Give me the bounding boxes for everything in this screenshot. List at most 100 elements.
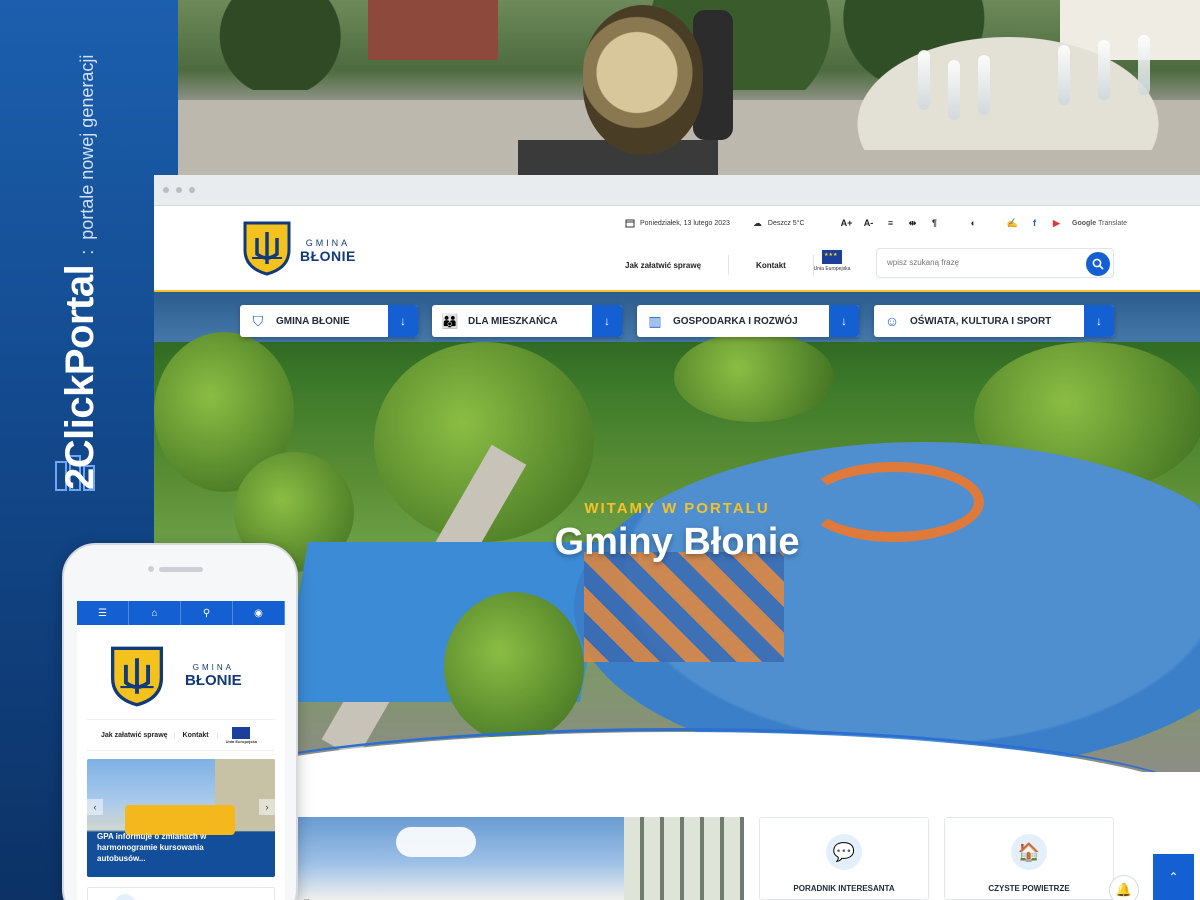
news-photo[interactable]	[296, 817, 744, 900]
arrow-down-icon[interactable]: ↓	[1084, 305, 1114, 337]
menu-label: GOSPODARKA I ROZWÓJ	[673, 315, 798, 327]
hamburger-menu-icon[interactable]: ☰	[77, 601, 129, 625]
eu-badge[interactable]: Unia Europejska	[812, 250, 852, 272]
brand-name: 2ClickPortal	[58, 264, 102, 490]
date-text: Poniedziałek, 13 lutego 2023	[640, 219, 730, 227]
logo-big-text: BŁONIE	[300, 248, 356, 264]
contrast-icon[interactable]: ◐	[967, 218, 980, 228]
link-kontakt[interactable]: Kontakt	[729, 261, 813, 270]
hero-title: Gminy Błonie	[554, 521, 800, 563]
browser-window: GMINA BŁONIE Poniedziałek, 13 lutego 202…	[154, 175, 1200, 900]
menu-dla-mieszkanca[interactable]: 👪 DLA MIESZKAŃCA ↓	[432, 305, 622, 337]
chevron-left-icon[interactable]: ‹	[87, 799, 103, 815]
mobile-links: Jak załatwić sprawę Kontakt Unia Europej…	[87, 719, 275, 751]
gmina-crest-icon[interactable]	[242, 220, 292, 276]
site-header: GMINA BŁONIE Poniedziałek, 13 lutego 202…	[154, 206, 1200, 292]
menu-label: GMINA BŁONIE	[276, 315, 350, 327]
house-leaf-icon: 🏠	[1011, 834, 1047, 870]
window-dot	[163, 187, 169, 193]
eu-flag-icon	[232, 726, 251, 739]
utility-bar: Poniedziałek, 13 lutego 2023 ☁ Deszcz 5°…	[624, 215, 827, 231]
menu-oswiata-kultura-i-sport[interactable]: ☺ OŚWIATA, KULTURA I SPORT ↓	[874, 305, 1114, 337]
people-icon: 👪	[441, 312, 459, 329]
logo-small-text: GMINA	[305, 238, 351, 248]
chart-icon: ▥	[648, 312, 662, 329]
mobile-card[interactable]	[87, 887, 275, 900]
youtube-icon[interactable]: ▶	[1050, 218, 1063, 229]
hero-banner: ⛉ GMINA BŁONIE ↓ 👪 DLA MIESZKAŃCA ↓ ▥ GO…	[154, 292, 1200, 772]
facebook-icon[interactable]: f	[1028, 218, 1041, 228]
phone-mockup: ☰ ⌂ ⚲ ◉ GMINA BŁONIE Jak załatwić sprawę…	[62, 543, 298, 900]
line-spacing-icon[interactable]: ≡	[884, 218, 897, 228]
translate-label: Translate	[1098, 219, 1128, 227]
paragraph-icon[interactable]: ¶	[928, 218, 941, 228]
site-logo-text[interactable]: GMINA BŁONIE	[300, 238, 356, 266]
menu-label: OŚWIATA, KULTURA I SPORT	[910, 315, 1052, 327]
sign-language-icon[interactable]: ✍	[1006, 218, 1019, 229]
watch-sculpture	[583, 5, 703, 155]
card-czyste-powietrze[interactable]: 🏠 CZYSTE POWIETRZE	[944, 817, 1114, 900]
window-dot	[176, 187, 182, 193]
search-input[interactable]	[887, 258, 1067, 267]
brand-tagline: portale nowej generacji	[77, 54, 97, 240]
font-increase-button[interactable]: A+	[840, 218, 853, 228]
arrow-down-icon[interactable]: ↓	[829, 305, 859, 337]
eu-badge[interactable]: Unia Europejska	[218, 726, 257, 744]
bell-icon[interactable]: 🔔	[1109, 875, 1139, 900]
scroll-top-button[interactable]: ⌃	[1153, 854, 1194, 900]
link-jak-zalatwic-sprawe[interactable]: Jak załatwić sprawę	[87, 731, 175, 739]
search-icon	[1092, 258, 1104, 270]
google-logo-text: Google	[1072, 219, 1097, 227]
logo-big-text: BŁONIE	[185, 672, 242, 689]
window-dot	[189, 187, 195, 193]
date-display: Poniedziałek, 13 lutego 2023	[624, 218, 730, 229]
card-label: CZYSTE POWIETRZE	[988, 884, 1070, 893]
weather-display: ☁ Deszcz 5°C	[752, 218, 805, 229]
mobile-news-slide[interactable]: ‹ › GPA informuje o zmianach w harmonogr…	[87, 759, 275, 877]
mobile-topnav: ☰ ⌂ ⚲ ◉	[77, 601, 285, 625]
mobile-news-title: GPA informuje o zmianach w harmonogramie…	[97, 832, 207, 863]
eu-label: Unia Europejska	[813, 266, 851, 272]
link-kontakt[interactable]: Kontakt	[175, 731, 218, 739]
link-jak-zalatwic-sprawe[interactable]: Jak załatwić sprawę	[598, 261, 728, 270]
menu-gmina-blonie[interactable]: ⛉ GMINA BŁONIE ↓	[240, 305, 418, 337]
gmina-crest-icon[interactable]	[109, 645, 165, 707]
chevron-right-icon[interactable]: ›	[259, 799, 275, 815]
font-decrease-button[interactable]: A-	[862, 218, 875, 228]
guide-icon	[114, 894, 136, 900]
accessibility-tools: A+ A- ≡ ⇹ ¶ ◐ ✍ f ▶ Google Translate	[840, 215, 1127, 231]
calendar-icon	[624, 218, 635, 229]
menu-gospodarka-i-rozwoj[interactable]: ▥ GOSPODARKA I ROZWÓJ ↓	[637, 305, 859, 337]
google-translate-button[interactable]: Google Translate	[1072, 220, 1127, 227]
header-nav: Jak załatwić sprawę Kontakt	[598, 255, 814, 275]
brand-separator: :	[77, 249, 97, 255]
eu-flag-icon	[822, 250, 842, 264]
logo-small-text: GMINA	[192, 663, 234, 672]
home-icon[interactable]: ⌂	[129, 601, 181, 625]
theater-masks-icon: ☺	[884, 313, 900, 329]
weather-text: Deszcz 5°C	[767, 219, 805, 227]
search-box	[876, 248, 1114, 278]
arrow-down-icon[interactable]: ↓	[388, 305, 418, 337]
search-icon[interactable]: ⚲	[181, 601, 233, 625]
chevron-up-icon: ⌃	[1168, 870, 1179, 884]
eu-label: Unia Europejska	[225, 738, 257, 744]
guide-icon: 💬	[826, 834, 862, 870]
search-button[interactable]	[1086, 252, 1110, 276]
card-label: PORADNIK INTERESANTA	[793, 884, 895, 893]
hero-text: WITAMY W PORTALU Gminy Błonie	[154, 500, 1200, 564]
arrow-down-icon[interactable]: ↓	[592, 305, 622, 337]
news-caption[interactable]: ...	[304, 895, 310, 900]
card-poradnik-interesanta[interactable]: 💬 PORADNIK INTERESANTA	[759, 817, 929, 900]
shield-icon: ⛉	[252, 312, 264, 329]
brand-text: 2ClickPortal : portale nowej generacji	[58, 55, 103, 490]
mobile-logo-text[interactable]: GMINA BŁONIE	[185, 663, 242, 690]
browser-titlebar	[154, 175, 1200, 206]
hero-subtitle: WITAMY W PORTALU	[584, 500, 770, 517]
rain-cloud-icon: ☁	[752, 217, 762, 228]
letter-spacing-icon[interactable]: ⇹	[906, 218, 919, 229]
phone-screen: ☰ ⌂ ⚲ ◉ GMINA BŁONIE Jak załatwić sprawę…	[77, 601, 285, 900]
menu-label: DLA MIESZKAŃCA	[468, 315, 558, 327]
eye-icon[interactable]: ◉	[233, 601, 285, 625]
top-photo	[178, 0, 1200, 175]
